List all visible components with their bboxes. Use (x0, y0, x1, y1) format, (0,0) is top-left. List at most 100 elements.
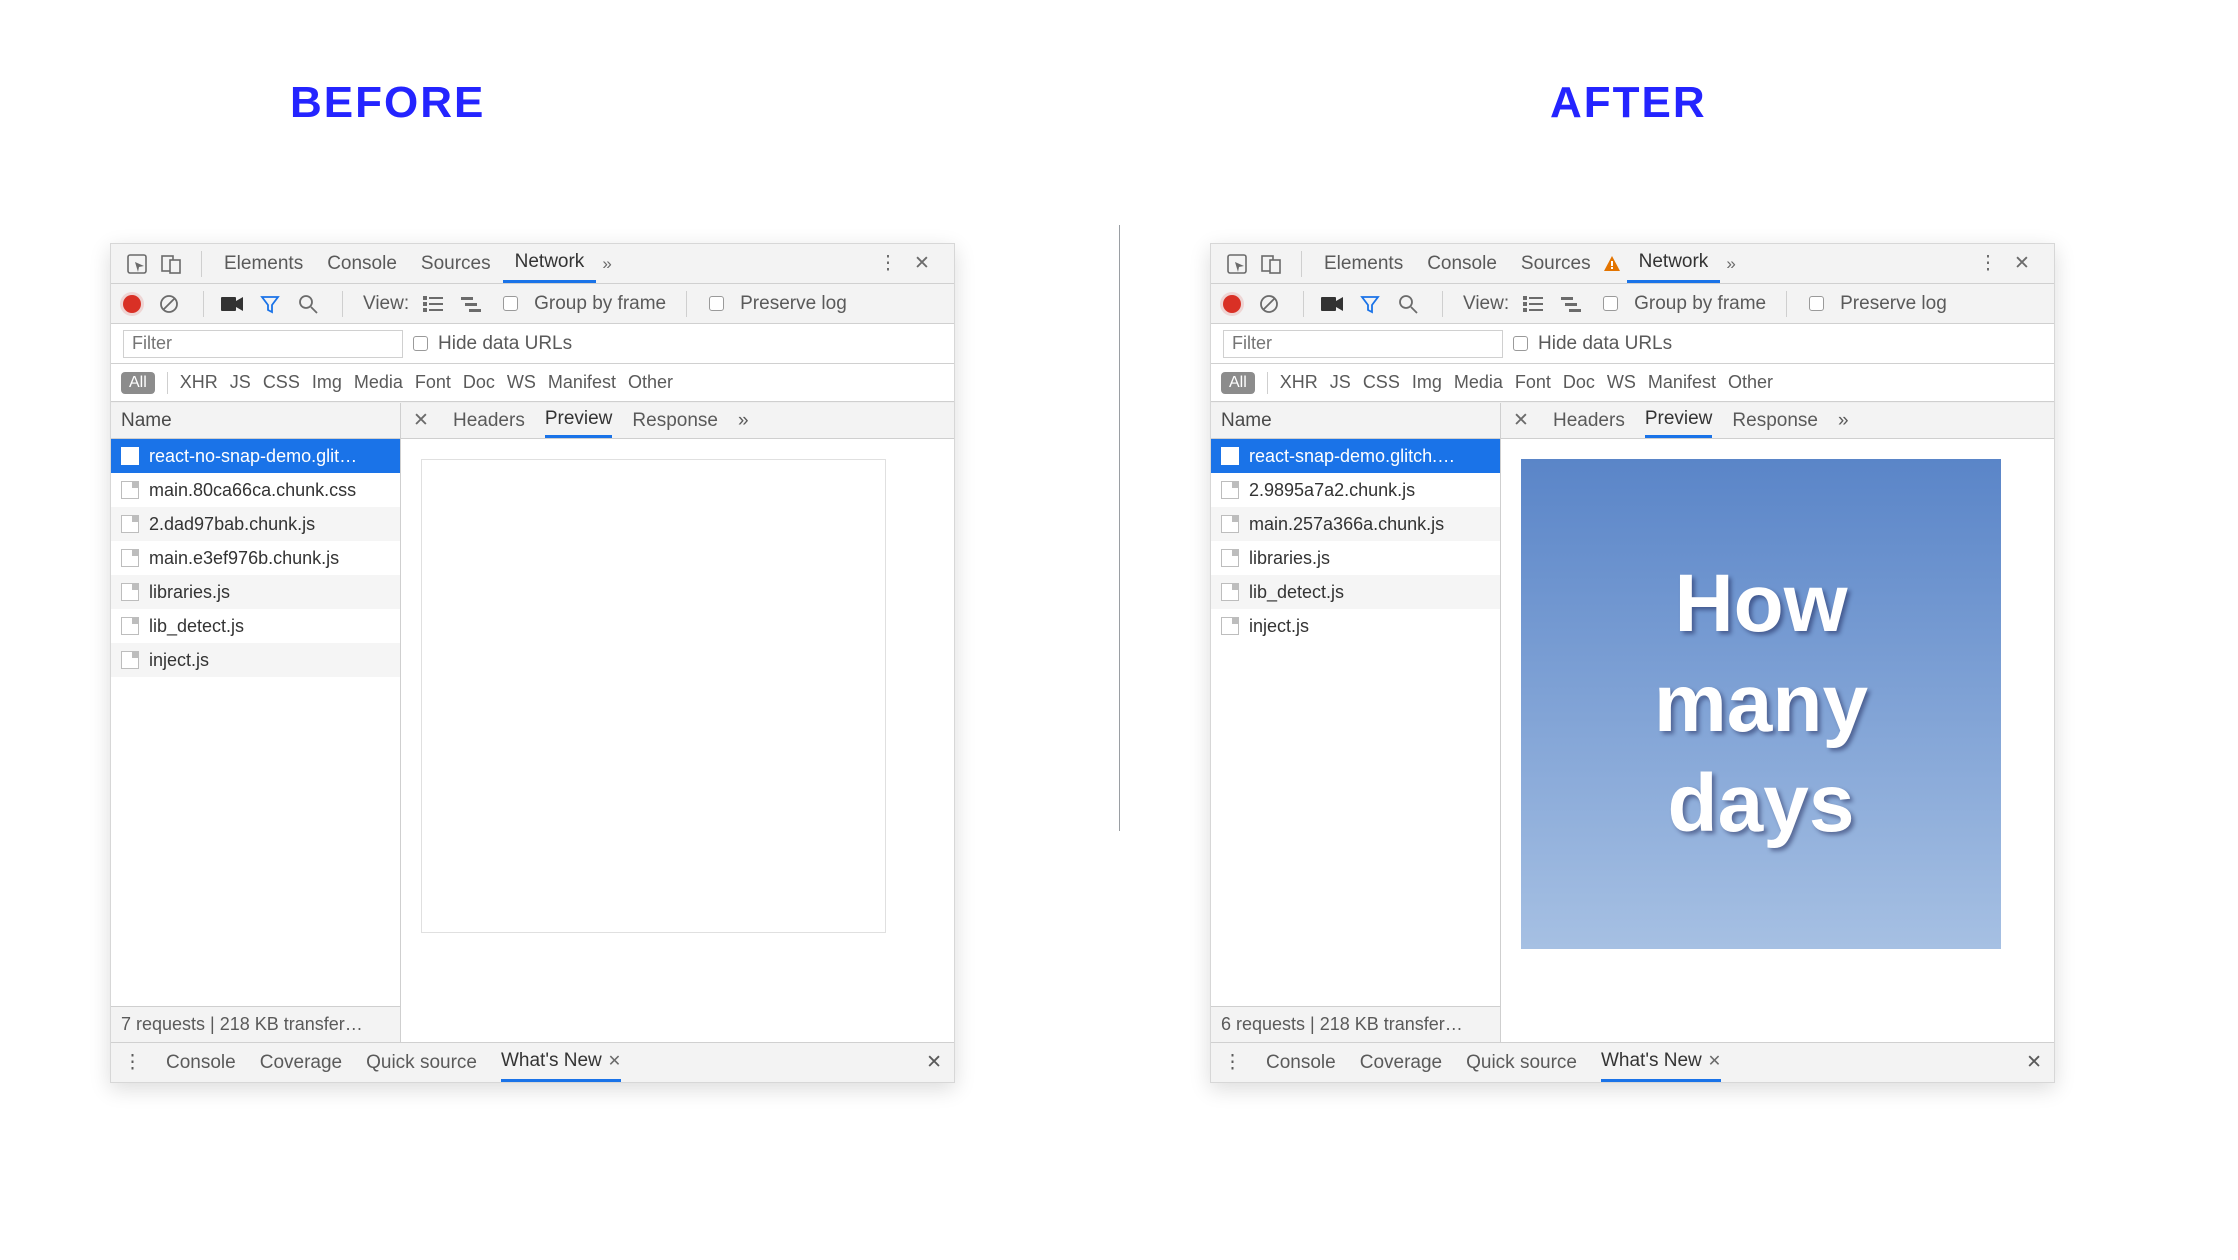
group-checkbox[interactable] (503, 296, 518, 311)
request-row[interactable]: react-no-snap-demo.glit… (111, 439, 400, 473)
type-other[interactable]: Other (1728, 372, 1773, 393)
preserve-checkbox[interactable] (1809, 296, 1824, 311)
request-row[interactable]: 2.9895a7a2.chunk.js (1211, 473, 1500, 507)
view-waterfall-icon[interactable] (1557, 290, 1585, 318)
type-ws[interactable]: WS (507, 372, 536, 393)
camera-icon[interactable] (1318, 290, 1346, 318)
type-js[interactable]: JS (1330, 372, 1351, 393)
view-waterfall-icon[interactable] (457, 290, 485, 318)
type-img[interactable]: Img (312, 372, 342, 393)
drawer-close-icon[interactable]: ✕ (926, 1051, 942, 1074)
search-icon[interactable] (294, 290, 322, 318)
drawer-tab-quicksource[interactable]: Quick source (366, 1043, 477, 1082)
more-tabs-icon[interactable]: » (602, 254, 611, 274)
tab-console[interactable]: Console (315, 244, 409, 283)
type-css[interactable]: CSS (1363, 372, 1400, 393)
close-details-icon[interactable]: ✕ (413, 409, 433, 432)
tab-elements[interactable]: Elements (212, 244, 315, 283)
more-tabs-icon[interactable]: » (1726, 254, 1735, 274)
tab-network[interactable]: Network (503, 244, 597, 283)
top-tabbar: Elements Console Sources Network » ⋮ ✕ (111, 244, 954, 284)
request-row[interactable]: libraries.js (111, 575, 400, 609)
drawer-menu-icon[interactable]: ⋮ (123, 1051, 142, 1074)
close-tab-icon[interactable]: ✕ (1708, 1051, 1721, 1071)
tab-elements[interactable]: Elements (1312, 244, 1415, 283)
type-xhr[interactable]: XHR (180, 372, 218, 393)
clear-icon[interactable] (155, 290, 183, 318)
type-font[interactable]: Font (1515, 372, 1551, 393)
detail-tab-preview[interactable]: Preview (1645, 403, 1713, 438)
type-other[interactable]: Other (628, 372, 673, 393)
view-list-icon[interactable] (1519, 290, 1547, 318)
camera-icon[interactable] (218, 290, 246, 318)
request-row[interactable]: libraries.js (1211, 541, 1500, 575)
close-tab-icon[interactable]: ✕ (608, 1051, 621, 1071)
clear-icon[interactable] (1255, 290, 1283, 318)
kebab-icon[interactable]: ⋮ (874, 250, 902, 278)
type-all[interactable]: All (1221, 372, 1255, 394)
type-css[interactable]: CSS (263, 372, 300, 393)
request-row[interactable]: lib_detect.js (1211, 575, 1500, 609)
request-row[interactable]: main.80ca66ca.chunk.css (111, 473, 400, 507)
request-row[interactable]: inject.js (111, 643, 400, 677)
detail-tab-preview[interactable]: Preview (545, 403, 613, 438)
type-doc[interactable]: Doc (1563, 372, 1595, 393)
filter-icon[interactable] (256, 290, 284, 318)
close-details-icon[interactable]: ✕ (1513, 409, 1533, 432)
drawer-tab-whatsnew[interactable]: What's New✕ (1601, 1043, 1721, 1082)
detail-tab-headers[interactable]: Headers (1553, 403, 1625, 438)
request-row[interactable]: main.e3ef976b.chunk.js (111, 541, 400, 575)
type-ws[interactable]: WS (1607, 372, 1636, 393)
request-row[interactable]: lib_detect.js (111, 609, 400, 643)
detail-tab-response[interactable]: Response (632, 403, 718, 438)
request-row[interactable]: inject.js (1211, 609, 1500, 643)
inspect-icon[interactable] (123, 250, 151, 278)
type-manifest[interactable]: Manifest (1648, 372, 1716, 393)
type-media[interactable]: Media (354, 372, 403, 393)
type-manifest[interactable]: Manifest (548, 372, 616, 393)
type-font[interactable]: Font (415, 372, 451, 393)
type-doc[interactable]: Doc (463, 372, 495, 393)
drawer-tab-coverage[interactable]: Coverage (1360, 1043, 1442, 1082)
kebab-icon[interactable]: ⋮ (1974, 250, 2002, 278)
hide-urls-checkbox[interactable] (413, 336, 428, 351)
close-icon[interactable]: ✕ (908, 250, 936, 278)
detail-tab-response[interactable]: Response (1732, 403, 1818, 438)
inspect-icon[interactable] (1223, 250, 1251, 278)
type-img[interactable]: Img (1412, 372, 1442, 393)
record-icon[interactable] (123, 295, 141, 313)
filter-input[interactable] (1223, 330, 1503, 358)
request-row[interactable]: main.257a366a.chunk.js (1211, 507, 1500, 541)
type-media[interactable]: Media (1454, 372, 1503, 393)
filter-icon[interactable] (1356, 290, 1384, 318)
close-icon[interactable]: ✕ (2008, 250, 2036, 278)
tab-console[interactable]: Console (1415, 244, 1509, 283)
drawer-tab-quicksource[interactable]: Quick source (1466, 1043, 1577, 1082)
more-detail-tabs-icon[interactable]: » (1838, 410, 1849, 432)
type-js[interactable]: JS (230, 372, 251, 393)
preserve-checkbox[interactable] (709, 296, 724, 311)
drawer-tab-whatsnew[interactable]: What's New✕ (501, 1043, 621, 1082)
drawer-tab-console[interactable]: Console (166, 1043, 236, 1082)
drawer-tab-console[interactable]: Console (1266, 1043, 1336, 1082)
group-checkbox[interactable] (1603, 296, 1618, 311)
view-list-icon[interactable] (419, 290, 447, 318)
filter-input[interactable] (123, 330, 403, 358)
tab-network[interactable]: Network (1627, 244, 1721, 283)
request-row[interactable]: 2.dad97bab.chunk.js (111, 507, 400, 541)
record-icon[interactable] (1223, 295, 1241, 313)
device-icon[interactable] (157, 250, 185, 278)
hide-urls-checkbox[interactable] (1513, 336, 1528, 351)
tab-sources[interactable]: Sources (1509, 244, 1603, 283)
drawer-tab-coverage[interactable]: Coverage (260, 1043, 342, 1082)
device-icon[interactable] (1257, 250, 1285, 278)
drawer-menu-icon[interactable]: ⋮ (1223, 1051, 1242, 1074)
more-detail-tabs-icon[interactable]: » (738, 410, 749, 432)
request-row[interactable]: react-snap-demo.glitch.… (1211, 439, 1500, 473)
type-all[interactable]: All (121, 372, 155, 394)
drawer-close-icon[interactable]: ✕ (2026, 1051, 2042, 1074)
tab-sources[interactable]: Sources (409, 244, 503, 283)
type-xhr[interactable]: XHR (1280, 372, 1318, 393)
search-icon[interactable] (1394, 290, 1422, 318)
detail-tab-headers[interactable]: Headers (453, 403, 525, 438)
